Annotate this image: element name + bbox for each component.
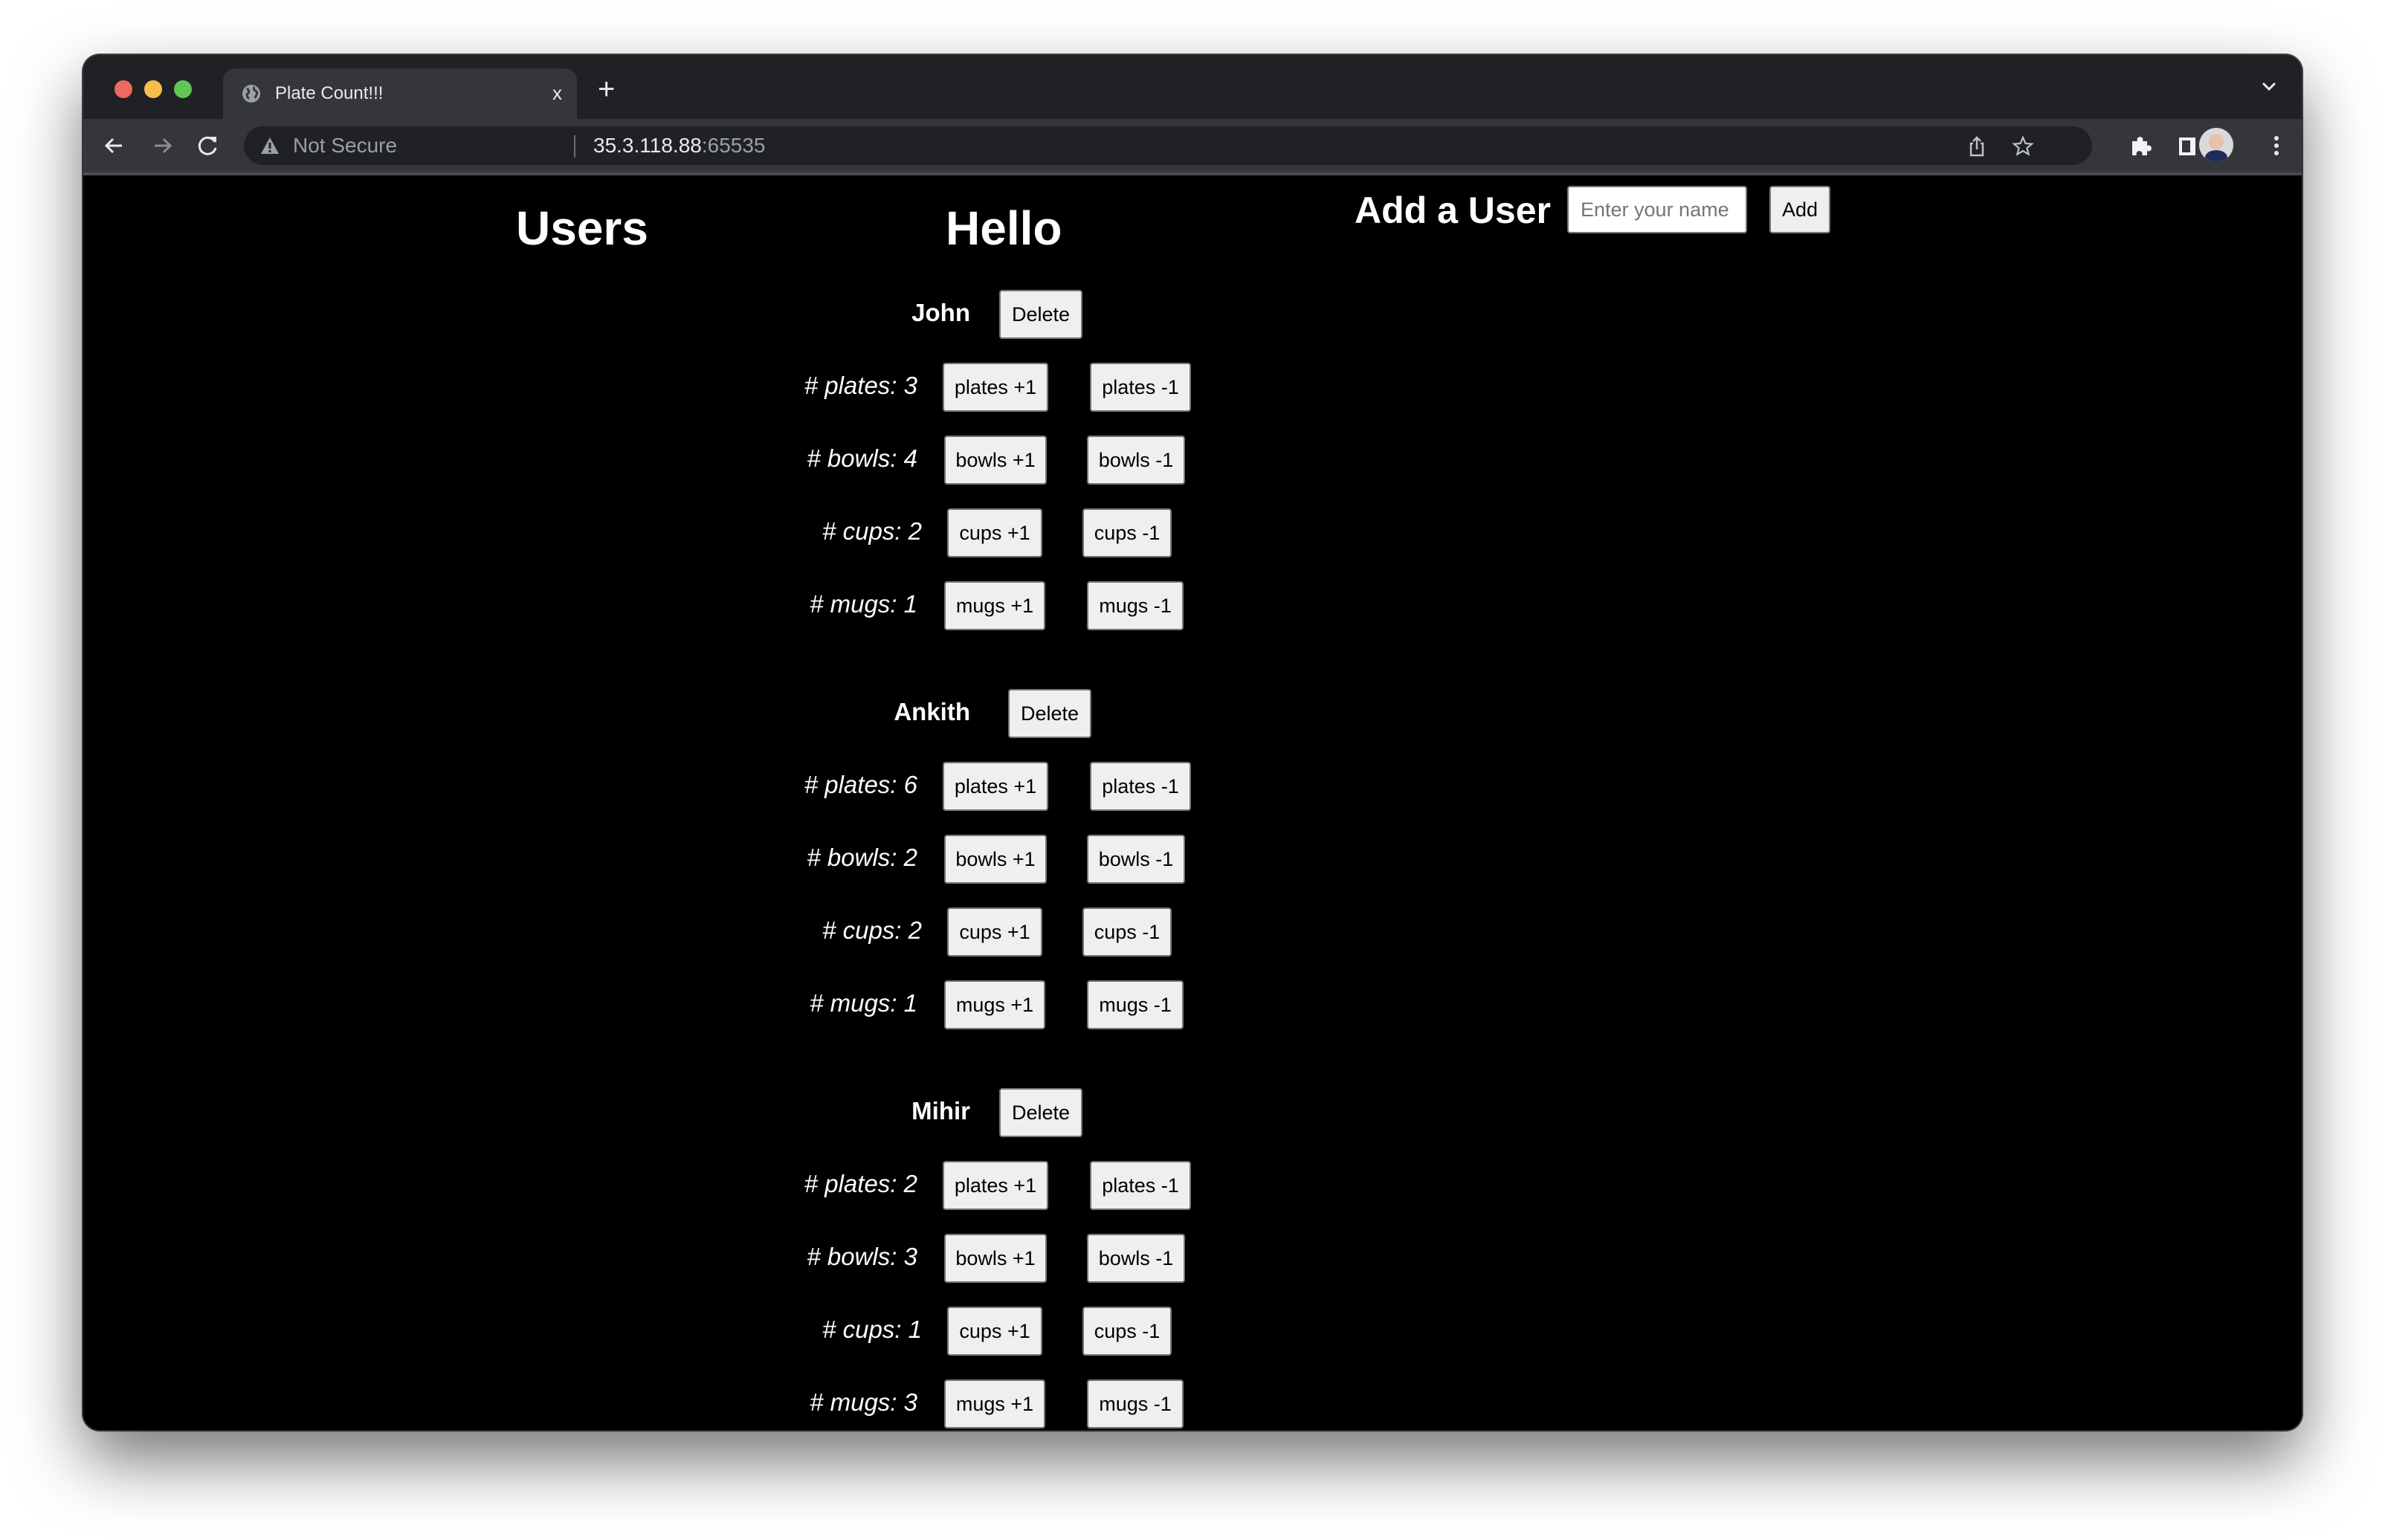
add-user-heading: Add a User [1355, 190, 1551, 231]
increment-button[interactable]: bowls +1 [944, 436, 1047, 485]
close-tab-icon[interactable]: x [552, 80, 562, 106]
url-port: :65535 [701, 134, 766, 157]
tab-strip: Plate Count!!! x + [83, 55, 2302, 119]
maximize-window-button[interactable] [174, 80, 192, 98]
item-count-label: # plates: 3 [804, 372, 917, 399]
item-count-label: # plates: 2 [804, 1170, 917, 1197]
omnibox-divider [574, 135, 575, 158]
share-icon[interactable] [1966, 135, 1988, 158]
item-count-label: # cups: 2 [822, 916, 922, 944]
address-bar[interactable]: Not Secure 35.3.118.88:65535 [244, 126, 2092, 165]
page-content: Users Hello Add a User Add John Delete # p… [83, 175, 2302, 1430]
delete-user-button[interactable]: Delete [999, 290, 1082, 339]
toolbar: Not Secure 35.3.118.88:65535 [83, 119, 2302, 175]
globe-icon [242, 85, 260, 103]
increment-button[interactable]: mugs +1 [944, 980, 1045, 1029]
decrement-button[interactable]: plates -1 [1090, 762, 1191, 811]
tab-title: Plate Count!!! [275, 83, 384, 103]
side-panel-icon[interactable] [2174, 132, 2201, 159]
forward-arrow-icon[interactable] [149, 132, 175, 159]
increment-button[interactable]: cups +1 [947, 908, 1042, 957]
increment-button[interactable]: plates +1 [943, 1161, 1048, 1210]
browser-window: Plate Count!!! x + Not Secure 35.3.118.8… [83, 55, 2302, 1430]
delete-user-button[interactable]: Delete [1008, 689, 1091, 738]
minimize-window-button[interactable] [144, 80, 162, 98]
user-name: Mihir [911, 1097, 970, 1125]
back-arrow-icon[interactable] [101, 132, 128, 159]
item-count-label: # cups: 1 [822, 1316, 922, 1343]
profile-avatar[interactable] [2199, 128, 2233, 162]
increment-button[interactable]: plates +1 [943, 762, 1048, 811]
hello-heading: Hello [946, 201, 1062, 255]
increment-button[interactable]: plates +1 [943, 363, 1048, 412]
decrement-button[interactable]: mugs -1 [1087, 980, 1184, 1029]
item-count-label: # bowls: 3 [807, 1243, 917, 1270]
star-icon[interactable] [2012, 135, 2034, 158]
decrement-button[interactable]: mugs -1 [1087, 1379, 1184, 1429]
increment-button[interactable]: cups +1 [947, 508, 1042, 557]
increment-button[interactable]: mugs +1 [944, 581, 1045, 630]
extensions-puzzle-icon[interactable] [2128, 132, 2155, 159]
close-window-button[interactable] [114, 80, 132, 98]
tab-plate-count[interactable]: Plate Count!!! x [223, 68, 577, 119]
url-host: 35.3.118.88 [593, 134, 702, 157]
item-count-label: # mugs: 1 [810, 989, 917, 1017]
decrement-button[interactable]: mugs -1 [1087, 581, 1184, 630]
decrement-button[interactable]: bowls -1 [1087, 1234, 1185, 1283]
item-count-label: # bowls: 2 [807, 844, 917, 871]
decrement-button[interactable]: cups -1 [1082, 908, 1172, 957]
increment-button[interactable]: mugs +1 [944, 1379, 1045, 1429]
decrement-button[interactable]: cups -1 [1082, 1307, 1172, 1356]
decrement-button[interactable]: cups -1 [1082, 508, 1172, 557]
item-count-label: # plates: 6 [804, 771, 917, 798]
chevron-down-icon[interactable] [2259, 76, 2279, 97]
security-status[interactable]: Not Secure [293, 134, 397, 158]
increment-button[interactable]: bowls +1 [944, 1234, 1047, 1283]
user-name: John [911, 299, 970, 326]
item-count-label: # bowls: 4 [807, 444, 917, 472]
item-count-label: # mugs: 3 [810, 1388, 917, 1416]
new-tab-button[interactable]: + [598, 74, 615, 104]
name-input[interactable] [1567, 186, 1747, 233]
user-name: Ankith [894, 698, 970, 725]
decrement-button[interactable]: bowls -1 [1087, 835, 1185, 884]
more-menu-icon[interactable] [2263, 132, 2290, 159]
item-count-label: # cups: 2 [822, 517, 922, 545]
users-heading: Users [516, 201, 648, 255]
warning-icon[interactable] [260, 137, 280, 155]
reload-icon[interactable] [195, 132, 222, 159]
increment-button[interactable]: bowls +1 [944, 835, 1047, 884]
decrement-button[interactable]: bowls -1 [1087, 436, 1185, 485]
decrement-button[interactable]: plates -1 [1090, 363, 1191, 412]
decrement-button[interactable]: plates -1 [1090, 1161, 1191, 1210]
increment-button[interactable]: cups +1 [947, 1307, 1042, 1356]
add-user-button[interactable]: Add [1769, 186, 1830, 233]
url-text[interactable]: 35.3.118.88:65535 [593, 134, 765, 158]
item-count-label: # mugs: 1 [810, 590, 917, 618]
delete-user-button[interactable]: Delete [999, 1088, 1082, 1137]
